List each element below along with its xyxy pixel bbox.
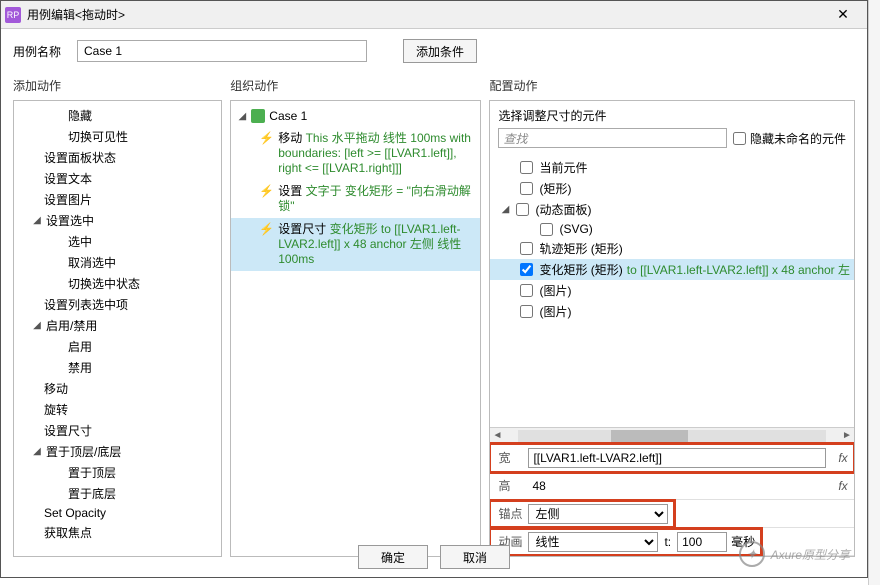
element-tree-item[interactable]: (SVG) — [490, 220, 854, 238]
titlebar: RP 用例编辑<拖动时> ✕ — [1, 1, 867, 29]
height-label: 高 — [490, 477, 528, 494]
action-tree-item[interactable]: ◢启用/禁用 — [14, 315, 221, 336]
element-tree-item[interactable]: (图片) — [490, 280, 854, 301]
ok-button[interactable]: 确定 — [358, 545, 428, 569]
action-tree-item[interactable]: 设置文本 — [14, 168, 221, 189]
action-tree-item[interactable]: ◢设置选中 — [14, 210, 221, 231]
element-checkbox[interactable] — [520, 242, 533, 255]
element-checkbox[interactable] — [520, 161, 533, 174]
height-fx-button[interactable]: fx — [832, 479, 854, 493]
element-checkbox[interactable] — [516, 203, 529, 216]
action-tree-item[interactable]: 设置尺寸 — [14, 420, 221, 441]
case-root[interactable]: ◢ Case 1 — [231, 105, 480, 127]
search-input[interactable] — [498, 128, 727, 148]
organize-action-row[interactable]: ⚡设置尺寸 变化矩形 to [[LVAR1.left-LVAR2.left]] … — [231, 218, 480, 271]
expand-icon[interactable]: ◢ — [32, 321, 42, 331]
bolt-icon: ⚡ — [259, 131, 274, 176]
dialog-title: 用例编辑<拖动时> — [27, 6, 823, 23]
add-condition-button[interactable]: 添加条件 — [403, 39, 477, 63]
scrollbar-thumb[interactable] — [611, 430, 688, 442]
action-tree-item[interactable]: 启用 — [14, 336, 221, 357]
scroll-left-icon[interactable]: ◄ — [490, 430, 504, 441]
height-input[interactable] — [528, 476, 826, 496]
action-tree-item[interactable]: 设置列表选中项 — [14, 294, 221, 315]
action-tree-item[interactable]: 置于顶层 — [14, 462, 221, 483]
hide-unnamed-checkbox[interactable]: 隐藏未命名的元件 — [733, 130, 846, 147]
element-checkbox[interactable] — [520, 182, 533, 195]
width-row: 宽 fx — [490, 444, 854, 472]
action-tree-item[interactable]: 设置图片 — [14, 189, 221, 210]
element-tree-item[interactable]: (矩形) — [490, 178, 854, 199]
anchor-label: 锚点 — [490, 505, 528, 522]
case-name-label: 用例名称 — [13, 43, 69, 60]
action-tree-item[interactable]: 设置面板状态 — [14, 147, 221, 168]
organize-action-row[interactable]: ⚡设置 文字于 变化矩形 = "向右滑动解锁" — [231, 180, 480, 218]
action-tree[interactable]: 隐藏切换可见性设置面板状态设置文本设置图片◢设置选中选中取消选中切换选中状态设置… — [14, 101, 221, 556]
action-tree-item[interactable]: Set Opacity — [14, 504, 221, 522]
expand-icon[interactable]: ◢ — [32, 216, 42, 226]
height-row: 高 fx — [490, 472, 854, 500]
scroll-right-icon[interactable]: ► — [840, 430, 854, 441]
case-root-label: Case 1 — [269, 109, 307, 123]
action-tree-item[interactable]: 取消选中 — [14, 252, 221, 273]
bolt-icon: ⚡ — [259, 222, 274, 267]
case-icon — [251, 109, 265, 123]
action-tree-item[interactable]: 选中 — [14, 231, 221, 252]
configure-header: 选择调整尺寸的元件 — [490, 101, 854, 128]
element-tree-item[interactable]: 轨迹矩形 (矩形) — [490, 238, 854, 259]
action-tree-item[interactable]: ◢置于顶层/底层 — [14, 441, 221, 462]
organize-action-row[interactable]: ⚡移动 This 水平拖动 线性 100ms with boundaries: … — [231, 127, 480, 180]
width-fx-button[interactable]: fx — [832, 451, 854, 465]
horizontal-scrollbar[interactable]: ◄ ► — [490, 427, 854, 443]
element-checkbox[interactable] — [520, 284, 533, 297]
action-tree-item[interactable]: 旋转 — [14, 399, 221, 420]
action-tree-item[interactable]: 隐藏 — [14, 105, 221, 126]
width-input[interactable] — [528, 448, 826, 468]
cancel-button[interactable]: 取消 — [440, 545, 510, 569]
action-tree-item[interactable]: 切换可见性 — [14, 126, 221, 147]
action-tree-item[interactable]: 获取焦点 — [14, 522, 221, 543]
organize-tree: ◢ Case 1 ⚡移动 This 水平拖动 线性 100ms with bou… — [231, 101, 480, 556]
expand-icon[interactable]: ◢ — [500, 205, 510, 215]
add-action-label: 添加动作 — [13, 73, 222, 100]
element-tree-item[interactable]: ◢(动态面板) — [490, 199, 854, 220]
side-strip — [868, 0, 880, 585]
expand-icon[interactable]: ◢ — [237, 111, 247, 121]
element-checkbox[interactable] — [520, 305, 533, 318]
anchor-row: 锚点 左侧 — [490, 500, 854, 528]
case-name-input[interactable] — [77, 40, 367, 62]
configure-action-label: 配置动作 — [489, 73, 855, 100]
element-tree-item[interactable]: 当前元件 — [490, 157, 854, 178]
expand-icon[interactable]: ◢ — [32, 447, 42, 457]
hide-unnamed-input[interactable] — [733, 132, 746, 145]
hide-unnamed-label: 隐藏未命名的元件 — [750, 130, 846, 147]
element-tree[interactable]: 当前元件(矩形)◢(动态面板)(SVG)轨迹矩形 (矩形)变化矩形 (矩形) t… — [490, 154, 854, 427]
action-tree-item[interactable]: 移动 — [14, 378, 221, 399]
element-tree-item[interactable]: 变化矩形 (矩形) to [[LVAR1.left-LVAR2.left]] x… — [490, 259, 854, 280]
width-label: 宽 — [490, 449, 528, 466]
action-tree-item[interactable]: 禁用 — [14, 357, 221, 378]
action-tree-item[interactable]: 切换选中状态 — [14, 273, 221, 294]
element-checkbox[interactable] — [520, 263, 533, 276]
bolt-icon: ⚡ — [259, 184, 274, 214]
close-button[interactable]: ✕ — [823, 1, 863, 29]
organize-action-label: 组织动作 — [230, 73, 481, 100]
element-checkbox[interactable] — [540, 223, 553, 236]
element-tree-item[interactable]: (图片) — [490, 301, 854, 322]
action-tree-item[interactable]: 置于底层 — [14, 483, 221, 504]
anchor-select[interactable]: 左侧 — [528, 504, 668, 524]
app-icon: RP — [5, 7, 21, 23]
